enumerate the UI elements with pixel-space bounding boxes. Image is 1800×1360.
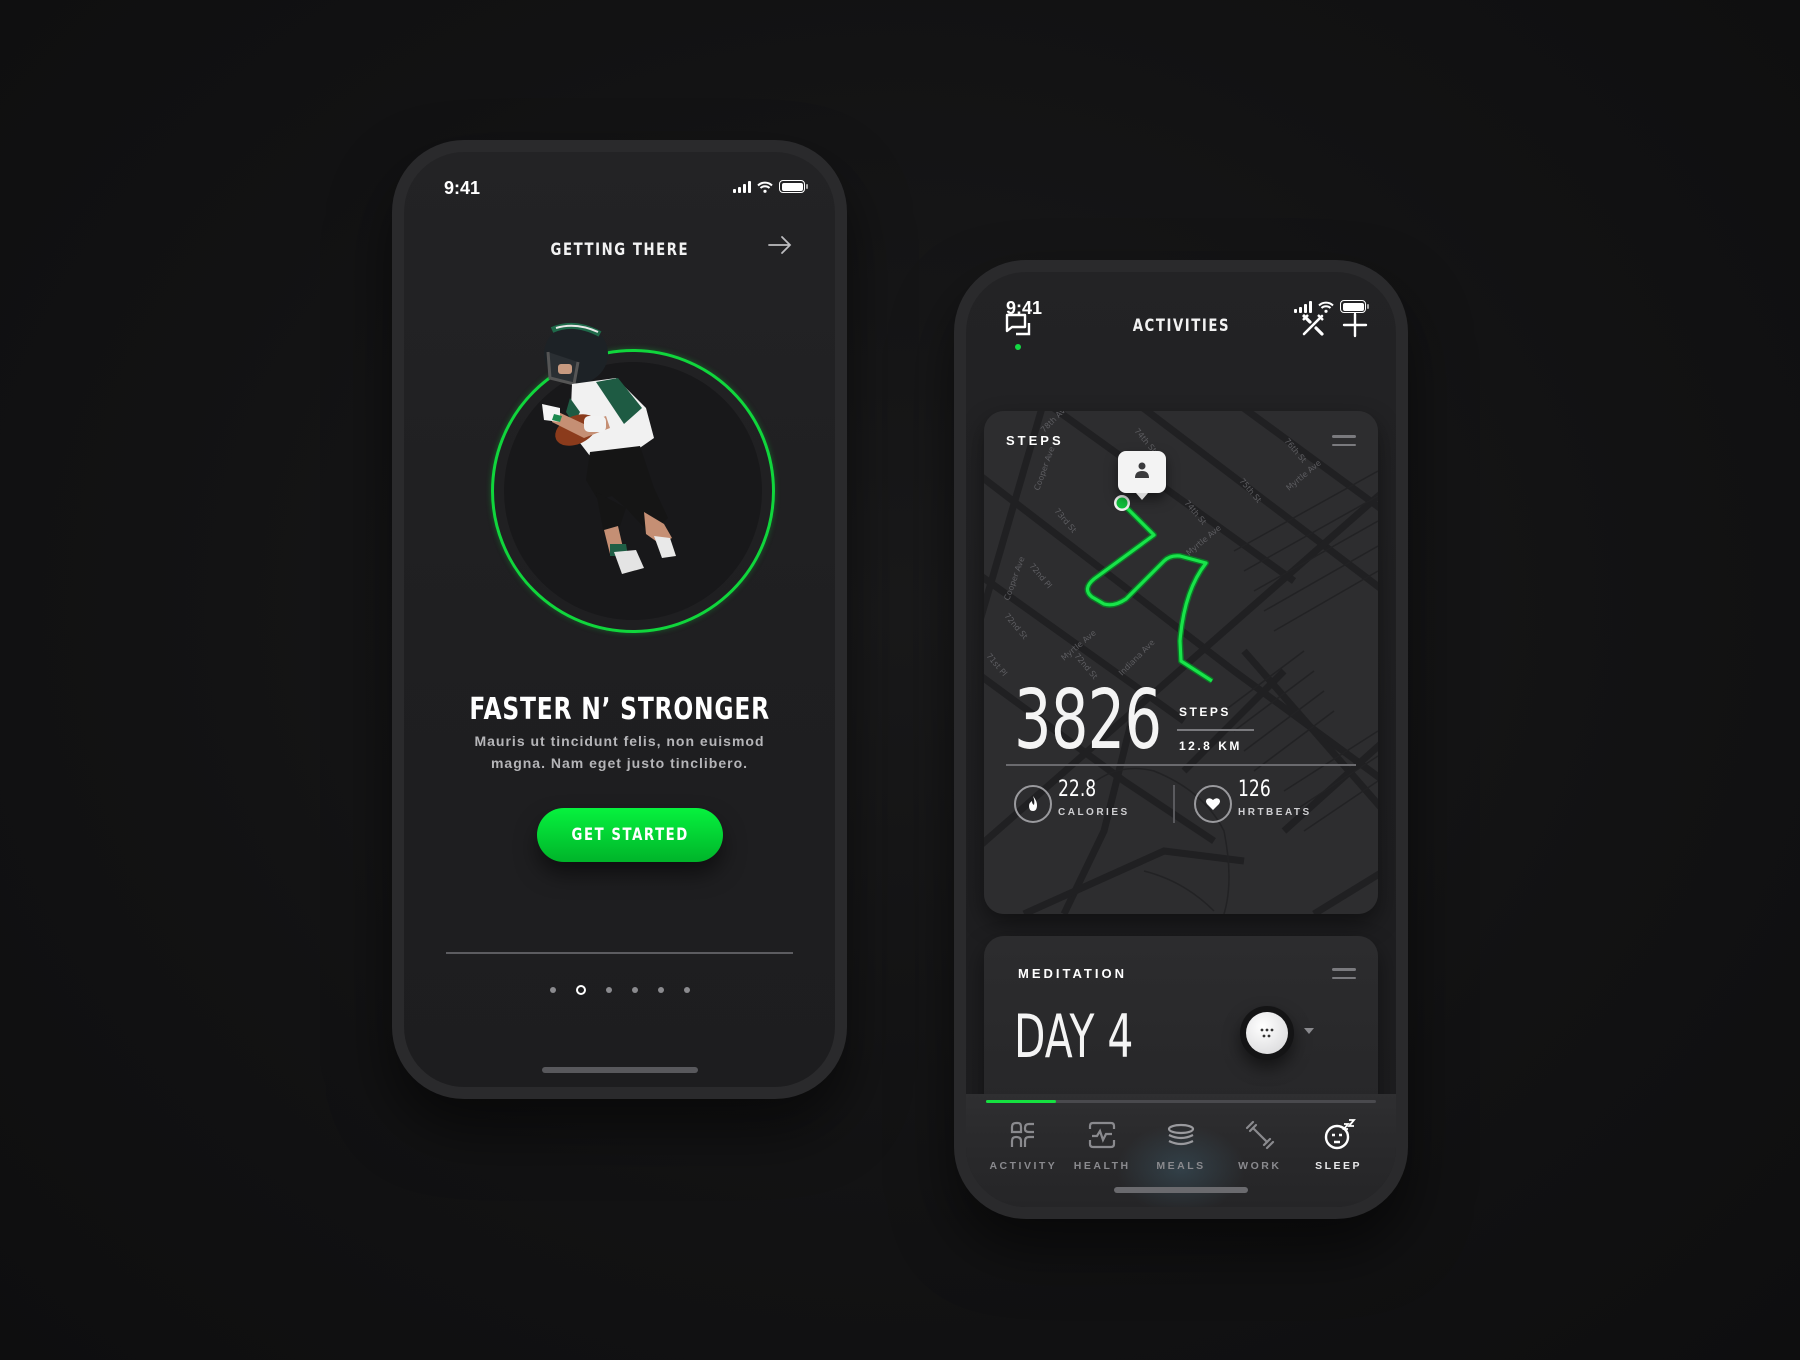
activity-icon: [1011, 1121, 1035, 1147]
sleep-icon: [1324, 1119, 1356, 1150]
tab-activity[interactable]: ACTIVITY: [984, 1118, 1063, 1172]
tab-label: HEALTH: [1073, 1160, 1131, 1172]
onboarding-description: Mauris ut tincidunt felis, non euismod m…: [444, 730, 795, 774]
heartbeats-label: HRTBEATS: [1238, 807, 1312, 818]
tab-label: WORK: [1238, 1160, 1282, 1172]
wifi-icon: [1318, 301, 1334, 313]
signal-icon: [1294, 300, 1312, 313]
tab-meals[interactable]: MEALS: [1142, 1118, 1221, 1172]
tab-label: ACTIVITY: [989, 1160, 1058, 1172]
arrow-right-icon[interactable]: [765, 230, 795, 260]
tab-bar: ACTIVITY HEALTH MEALS WORK SLEEP: [966, 1094, 1396, 1207]
calories-label: CALORIES: [1058, 807, 1130, 818]
notification-dot: [1015, 344, 1021, 350]
route-map[interactable]: 78th Ave 74th St 76th St 75th St Myrtle …: [984, 411, 1378, 914]
steps-card-label: STEPS: [1006, 433, 1064, 448]
tools-icon[interactable]: [1300, 312, 1326, 338]
pagination-dot[interactable]: [657, 987, 664, 993]
battery-icon: [779, 180, 808, 193]
description-line-2: magna. Nam eget justo tinclibero.: [490, 755, 749, 771]
pagination-dot[interactable]: [575, 985, 586, 995]
football-player-image: [542, 322, 676, 574]
health-icon: [1089, 1121, 1116, 1149]
tab-sleep[interactable]: SLEEP: [1299, 1118, 1378, 1172]
description-line-1: Mauris ut tincidunt felis, non euismod: [474, 733, 765, 749]
menu-icon[interactable]: [1332, 435, 1356, 449]
wifi-icon: [757, 181, 773, 193]
steps-unit-label: STEPS: [1179, 705, 1231, 719]
divider: [446, 952, 793, 954]
pagination-dot[interactable]: [549, 987, 556, 993]
home-indicator[interactable]: [541, 1067, 698, 1073]
steps-unit-divider: [1177, 729, 1254, 731]
onboarding-phone: 9:41 GETTING THERE FASTER N’ STRONGER Ma…: [392, 140, 847, 1099]
status-time: 9:41: [444, 178, 481, 198]
get-started-button[interactable]: GET STARTED: [537, 808, 723, 862]
onboarding-screen: 9:41 GETTING THERE FASTER N’ STRONGER Ma…: [404, 152, 835, 1087]
onboarding-heading: FASTER N’ STRONGER: [469, 692, 770, 727]
tab-progress-bar: [986, 1100, 1376, 1103]
home-indicator[interactable]: [1114, 1187, 1248, 1193]
heartbeats-value: 126: [1238, 777, 1271, 802]
page-title: ACTIVITIES: [1132, 316, 1230, 336]
meditation-options-button[interactable]: [1240, 1006, 1294, 1060]
steps-card[interactable]: 78th Ave 74th St 76th St 75th St Myrtle …: [984, 411, 1378, 914]
meals-icon: [1167, 1123, 1195, 1146]
activities-screen: 9:41 ACTIVITIES 78th Ave 74th St 76th St…: [966, 272, 1396, 1207]
meditation-card-label: MEDITATION: [1018, 966, 1127, 981]
flame-icon: [1014, 785, 1052, 823]
meditation-day: DAY 4: [1014, 1002, 1134, 1072]
tab-work[interactable]: WORK: [1220, 1118, 1299, 1172]
tab-progress-fill: [986, 1100, 1057, 1103]
user-icon: [1135, 462, 1149, 478]
caret-down-icon[interactable]: [1304, 1028, 1314, 1034]
status-icons: [733, 180, 808, 193]
dots-icon: [1260, 1028, 1274, 1038]
steps-divider: [1006, 764, 1356, 766]
menu-icon[interactable]: [1332, 968, 1356, 982]
tab-label: MEALS: [1156, 1160, 1206, 1172]
activities-phone: 9:41 ACTIVITIES 78th Ave 74th St 76th St…: [954, 260, 1408, 1219]
pagination-dot[interactable]: [683, 987, 690, 993]
pagination-dot[interactable]: [631, 987, 638, 993]
calories-value: 22.8: [1058, 777, 1097, 802]
plus-icon[interactable]: [1342, 312, 1368, 338]
pagination-dot[interactable]: [605, 987, 612, 993]
heart-icon: [1194, 785, 1232, 823]
steps-count: 3826: [1014, 673, 1162, 768]
signal-icon: [733, 180, 751, 193]
tab-label: SLEEP: [1315, 1160, 1363, 1172]
stats-separator: [1173, 785, 1175, 823]
work-icon: [1245, 1120, 1274, 1150]
steps-distance: 12.8 KM: [1179, 739, 1242, 753]
pagination-dots: [404, 985, 835, 995]
tab-health[interactable]: HEALTH: [1063, 1118, 1142, 1172]
location-pin[interactable]: [1118, 451, 1166, 500]
